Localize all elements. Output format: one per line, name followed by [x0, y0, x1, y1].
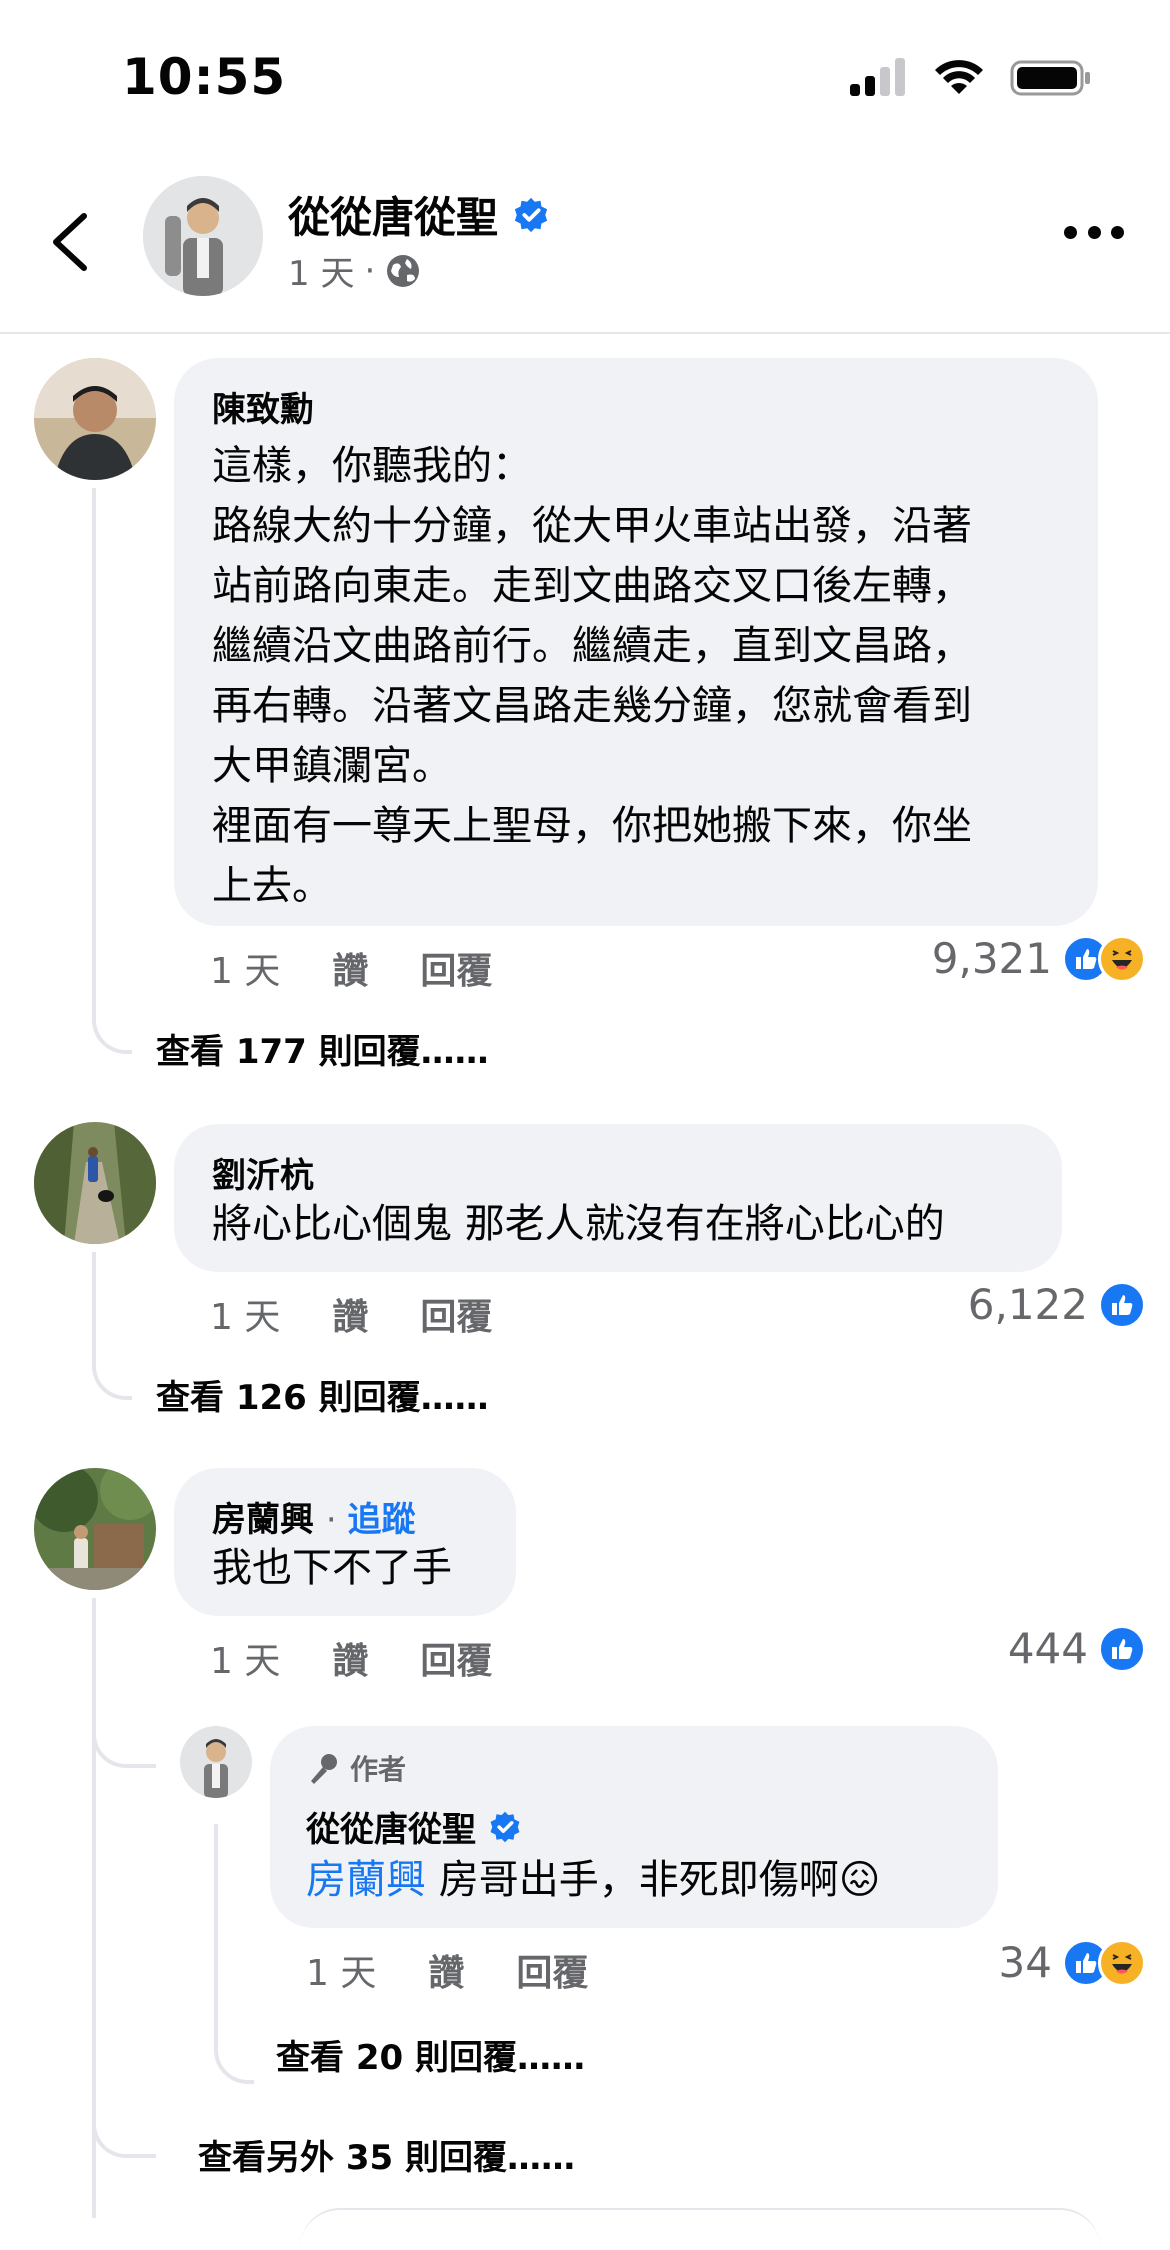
view-replies-link[interactable]: 查看 126 則回覆……	[156, 1370, 489, 1419]
comment-bubble[interactable]: 陳致勳 這樣，你聽我的： 路線大約十分鐘，從大甲火車站出發，沿著 站前路向東走。…	[174, 358, 1098, 926]
comment-line: 上去。	[212, 863, 332, 909]
like-button[interactable]: 讚	[332, 1632, 368, 1684]
commenter-name[interactable]: 房蘭興	[212, 1500, 314, 1540]
like-button[interactable]: 讚	[332, 1288, 368, 1340]
reply-body: 房哥出手，非死即傷啊	[426, 1857, 839, 1903]
thread-line	[92, 488, 96, 1006]
reaction-summary[interactable]: 34	[999, 1938, 1146, 1987]
comment-time: 1 天	[210, 1641, 281, 1682]
reply-author-avatar[interactable]	[180, 1726, 252, 1798]
thread-elbow	[92, 1336, 132, 1400]
post-meta: 1 天 ·	[288, 246, 421, 295]
comment-line: 這樣，你聽我的：	[212, 443, 532, 489]
author-badge-label: 作者	[350, 1753, 407, 1786]
author-badge: 作者	[306, 1748, 406, 1788]
reply-button[interactable]: 回覆	[420, 1632, 492, 1684]
reaction-count: 6,122	[967, 1280, 1088, 1329]
comment-line: 路線大約十分鐘，從大甲火車站出發，沿著	[212, 503, 972, 549]
thread-elbow	[92, 1700, 156, 1768]
post-time: 1 天	[288, 254, 355, 294]
comment-line: 繼續沿文曲路前行。繼續走，直到文昌路，	[212, 623, 972, 669]
reaction-summary[interactable]: 9,321	[932, 934, 1146, 983]
reaction-count: 444	[1007, 1624, 1088, 1673]
comment-line: 站前路向東走。走到文曲路交叉口後左轉，	[212, 563, 972, 609]
microphone-icon	[311, 1754, 337, 1784]
reply-text: 房蘭興 房哥出手，非死即傷啊😖	[306, 1850, 880, 1910]
status-time: 10:55	[122, 48, 287, 106]
status-icons	[848, 54, 1092, 102]
reply-thread-elbow	[214, 2026, 254, 2084]
comment-text: 將心比心個鬼 那老人就沒有在將心比心的	[212, 1201, 945, 1247]
like-reaction-icon	[1098, 1624, 1146, 1673]
comment-actions: 1 天 讚 回覆	[210, 942, 492, 994]
author-name[interactable]: 從從唐從聖	[288, 184, 498, 245]
comment-line: 大甲鎮瀾宮。	[212, 743, 452, 789]
comment-text: 這樣，你聽我的： 路線大約十分鐘，從大甲火車站出發，沿著 站前路向東走。走到文曲…	[212, 436, 1082, 916]
battery-icon	[1010, 60, 1090, 96]
reply-thread-line	[214, 1824, 218, 2044]
commenter-avatar[interactable]	[34, 358, 156, 480]
post-header: 從從唐從聖 1 天 ·	[0, 160, 1170, 334]
comment-line: 裡面有一尊天上聖母，你把她搬下來，你坐	[212, 803, 972, 849]
thread-elbow	[92, 990, 132, 1054]
commenter-avatar[interactable]	[34, 1122, 156, 1244]
meta-separator: ·	[364, 250, 376, 291]
mention-link[interactable]: 房蘭興	[306, 1857, 426, 1903]
wifi-icon	[935, 60, 983, 94]
view-more-replies-link[interactable]: 查看另外 35 則回覆……	[198, 2130, 575, 2179]
reply-name-row: 從從唐從聖	[306, 1802, 522, 1851]
globe-icon	[387, 254, 420, 287]
meta-separator: ·	[325, 1500, 348, 1540]
commenter-avatar[interactable]	[34, 1468, 156, 1590]
comment-line: 再右轉。沿著文昌路走幾分鐘，您就會看到	[212, 683, 972, 729]
reply-button[interactable]: 回覆	[420, 942, 492, 994]
comment-actions: 1 天 讚 回覆	[210, 1288, 492, 1340]
signal-icon	[850, 58, 905, 96]
like-reaction-icon	[1098, 1280, 1146, 1329]
haha-reaction-icon	[1098, 1938, 1146, 1987]
commenter-name[interactable]: 劉沂杭	[212, 1148, 314, 1197]
comment-text: 我也下不了手	[212, 1545, 452, 1591]
reply-button[interactable]: 回覆	[420, 1288, 492, 1340]
follow-button[interactable]: 追蹤	[347, 1500, 415, 1540]
comment-bubble[interactable]: 房蘭興 · 追蹤 我也下不了手	[174, 1468, 516, 1616]
reply-actions: 1 天 讚 回覆	[306, 1944, 588, 1996]
comment-actions: 1 天 讚 回覆	[210, 1632, 492, 1684]
reaction-summary[interactable]: 444	[1008, 1624, 1146, 1673]
next-comment-edge	[300, 2208, 1100, 2250]
comment-bubble[interactable]: 劉沂杭 將心比心個鬼 那老人就沒有在將心比心的	[174, 1124, 1062, 1272]
commenter-name[interactable]: 陳致勳	[212, 382, 314, 431]
reaction-summary[interactable]: 6,122	[968, 1280, 1146, 1329]
author-name-row[interactable]: 從從唐從聖	[288, 184, 550, 245]
author-avatar[interactable]	[143, 176, 263, 296]
comment-time: 1 天	[210, 1297, 281, 1338]
verified-badge-icon	[490, 1811, 520, 1842]
reply-author-name[interactable]: 從從唐從聖	[306, 1802, 476, 1851]
comment-time: 1 天	[210, 951, 281, 992]
reaction-count: 9,321	[931, 934, 1052, 983]
thread-elbow	[92, 2110, 156, 2158]
back-icon[interactable]	[40, 202, 100, 282]
more-options-icon[interactable]	[1064, 222, 1124, 242]
confounded-face-emoji: 😖	[838, 1857, 881, 1903]
haha-reaction-icon	[1098, 934, 1146, 983]
reply-time: 1 天	[306, 1953, 377, 1994]
reply-button[interactable]: 回覆	[516, 1944, 588, 1996]
reaction-count: 34	[998, 1938, 1052, 1987]
view-replies-link[interactable]: 查看 20 則回覆……	[276, 2030, 585, 2079]
like-button[interactable]: 讚	[332, 942, 368, 994]
reply-bubble[interactable]: 作者 從從唐從聖 房蘭興 房哥出手，非死即傷啊😖	[270, 1726, 998, 1928]
verified-badge-icon	[514, 197, 548, 232]
view-replies-link[interactable]: 查看 177 則回覆……	[156, 1024, 489, 1073]
like-button[interactable]: 讚	[428, 1944, 464, 1996]
commenter-name-row: 房蘭興 · 追蹤	[212, 1492, 415, 1541]
